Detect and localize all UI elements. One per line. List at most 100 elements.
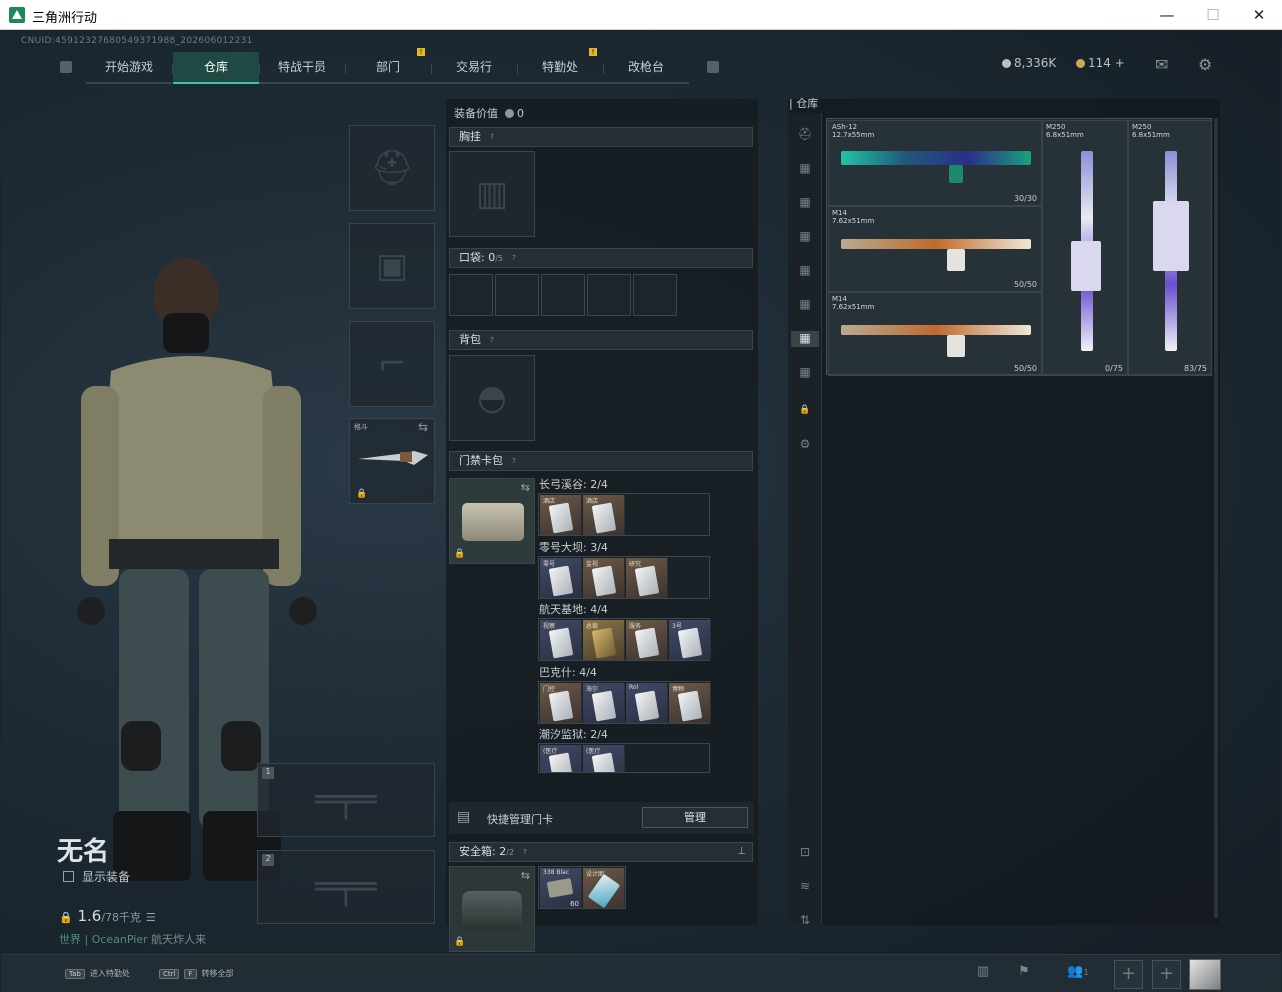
nav-next-icon[interactable] [707, 61, 719, 73]
pocket-slot[interactable] [541, 274, 585, 316]
tab-department[interactable]: 部门! [345, 48, 431, 84]
filter-icon[interactable]: ▦ [796, 297, 814, 313]
weapons-filter-icon[interactable]: ▦ [791, 331, 819, 347]
safe-box-slot[interactable]: ⇆ 🔒 [449, 866, 535, 952]
tab-trade[interactable]: 交易行 [431, 52, 517, 84]
friends-icon[interactable]: 👥1 [1063, 964, 1093, 984]
plus-icon[interactable]: + [1152, 960, 1181, 989]
warehouse-scrollbar[interactable] [1214, 118, 1218, 918]
special-ops-hint[interactable]: Tab 进入特勤处 [65, 968, 130, 979]
stats-icon[interactable]: ▥ [972, 964, 994, 984]
filter-icon[interactable]: ▦ [796, 195, 814, 211]
sort-icon[interactable]: ⇅ [796, 913, 814, 929]
weapon-item-m250[interactable]: M250 6.8x51mm 0/75 [1042, 120, 1128, 376]
layers-icon[interactable]: ≋ [796, 879, 814, 895]
keycard[interactable]: 研究 [626, 558, 668, 598]
filter-icon[interactable]: ▦ [796, 263, 814, 279]
keycard[interactable]: (医疗 [583, 745, 625, 772]
gear-icon[interactable]: ⚙ [1198, 55, 1212, 74]
money-icon [1002, 59, 1011, 68]
weight-lock-icon: 🔒 [59, 911, 73, 924]
tab-warehouse[interactable]: 仓库 [173, 52, 259, 84]
help-icon[interactable]: ? [509, 456, 519, 466]
app-window: 三角洲行动 — ☐ ✕ CNUID:4591232768054937​1988_… [0, 0, 1282, 992]
keycard[interactable]: 视察 [540, 620, 582, 660]
keycard[interactable]: 博物 [669, 683, 711, 723]
money-display: 8,336K [1002, 56, 1056, 70]
help-icon[interactable]: ? [487, 335, 497, 345]
keycard[interactable]: 零号 [540, 558, 582, 598]
close-button[interactable]: ✕ [1236, 0, 1282, 30]
pistol-slot[interactable]: ⌐ [349, 321, 435, 407]
swap-icon[interactable]: ⇆ [521, 481, 530, 494]
keycard[interactable]: 门控 [540, 683, 582, 723]
ammo-item[interactable]: 338 Blac 60 [540, 868, 582, 908]
slot-number: 1 [262, 767, 274, 779]
keycard-row: 零号 监视 研究 [538, 556, 710, 599]
keycard[interactable]: Rol [626, 683, 668, 723]
filter-icon[interactable]: ⊡ [796, 845, 814, 861]
pocket-slot[interactable] [587, 274, 631, 316]
melee-slot[interactable]: 格斗 ⇆ 🔒 [349, 418, 435, 504]
blueprint-item[interactable]: 设计图 [583, 868, 625, 909]
help-icon[interactable]: ? [487, 132, 497, 142]
mail-icon[interactable]: ✉ [1155, 55, 1168, 74]
keycard[interactable]: 海尔 [583, 683, 625, 723]
flag-icon[interactable]: ⚑ [1013, 964, 1035, 984]
weapon-item-m250[interactable]: M250 6.8x51mm 83/75 [1128, 120, 1212, 376]
checkbox[interactable] [63, 871, 74, 882]
chest-rig-slot[interactable]: ▥ [449, 151, 535, 237]
tab-gunsmith[interactable]: 改枪台 [603, 52, 689, 84]
swap-icon[interactable]: ⇆ [418, 420, 428, 434]
armor-slot[interactable]: ▣ [349, 223, 435, 309]
weapon-item-m14[interactable]: M14 7.62x51mm 50/50 [828, 206, 1042, 292]
helmet-slot[interactable]: ⛑ [349, 125, 435, 211]
transfer-all-hint[interactable]: Ctrl F 转移全部 [159, 968, 234, 979]
weapon-item-ash12[interactable]: ASh-12 12.7x55mm 30/30 [828, 120, 1042, 206]
keycard-case-slot[interactable]: ⇆ 🔒 [449, 478, 535, 564]
tab-start-game[interactable]: 开始游戏 [86, 52, 172, 84]
list-icon[interactable]: ☰ [146, 911, 156, 924]
maximize-button[interactable]: ☐ [1190, 0, 1236, 30]
window-title: 三角洲行动 [32, 11, 98, 26]
primary-weapon-slot[interactable]: 1 ═╤═ [257, 763, 435, 837]
keycard-row: 视察 总裁 服务 3号 [538, 618, 711, 661]
manage-button[interactable]: 管理 [642, 807, 748, 828]
keycard[interactable]: 3号 [669, 620, 711, 660]
tab-special-ops[interactable]: 特勤处! [517, 48, 603, 84]
keycard[interactable]: 总裁 [583, 620, 625, 660]
pocket-slot[interactable] [633, 274, 677, 316]
minimize-button[interactable]: — [1144, 0, 1190, 30]
pin-icon[interactable]: ⊥ [737, 843, 746, 861]
secondary-weapon-slot[interactable]: 2 ═╤═ [257, 850, 435, 924]
badge-icon: ! [417, 48, 425, 56]
backpack-slot[interactable]: ◓ [449, 355, 535, 441]
keycard[interactable]: 酒店 [583, 495, 625, 535]
filter-icon[interactable]: ▦ [796, 365, 814, 381]
filter-icon[interactable]: ▦ [796, 229, 814, 245]
pocket-slot[interactable] [449, 274, 493, 316]
tab-operators[interactable]: 特战干员 [259, 52, 345, 84]
avatar[interactable] [1189, 959, 1221, 990]
plus-icon[interactable]: + [1114, 960, 1143, 989]
pocket-slot[interactable] [495, 274, 539, 316]
keycard[interactable]: (医疗 [540, 745, 582, 772]
filter-icon[interactable]: ▦ [796, 161, 814, 177]
keycard[interactable]: 监视 [583, 558, 625, 598]
show-equipment-toggle[interactable]: 显示装备 [63, 868, 130, 885]
weapon-item-m14[interactable]: M14 7.62x51mm 50/50 [828, 292, 1042, 376]
map-label: 潮汐监狱: 2/4 [539, 728, 608, 741]
lock-icon[interactable]: 🔒 [796, 405, 814, 421]
keycard[interactable]: 服务 [626, 620, 668, 660]
coin-display[interactable]: 114 + [1076, 56, 1125, 70]
help-icon[interactable]: ? [509, 253, 519, 263]
swap-icon[interactable]: ⇆ [521, 869, 530, 882]
help-icon[interactable]: ? [520, 847, 530, 857]
safe-box-header: 安全箱: 2/2? ⊥ [449, 842, 753, 862]
lock-icon: 🔒 [454, 937, 466, 947]
keycard[interactable]: 酒店 [540, 495, 582, 535]
bottom-bar: Tab 进入特勤处 Ctrl F 转移全部 ▥ ⚑ 👥1 + + [1, 954, 1281, 992]
nav-prev-icon[interactable] [60, 61, 72, 73]
gear-icon[interactable]: ⚙ [796, 437, 814, 453]
helmet-filter-icon[interactable]: ⛑ [796, 127, 814, 143]
